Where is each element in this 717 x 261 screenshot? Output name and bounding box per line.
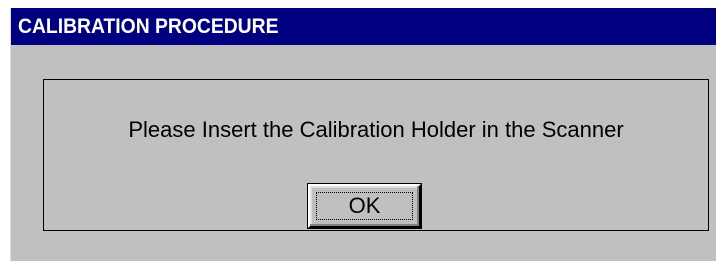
- ok-button[interactable]: OK: [307, 183, 422, 229]
- dialog-title: CALIBRATION PROCEDURE: [18, 14, 279, 38]
- ok-focus-rect: OK: [316, 192, 413, 220]
- dialog-titlebar[interactable]: CALIBRATION PROCEDURE: [11, 8, 716, 45]
- calibration-dialog: CALIBRATION PROCEDURE Please Insert the …: [10, 8, 716, 261]
- dialog-message: Please Insert the Calibration Holder in …: [128, 117, 624, 142]
- ok-button-label: OK: [348, 193, 381, 218]
- message-panel: Please Insert the Calibration Holder in …: [43, 79, 709, 231]
